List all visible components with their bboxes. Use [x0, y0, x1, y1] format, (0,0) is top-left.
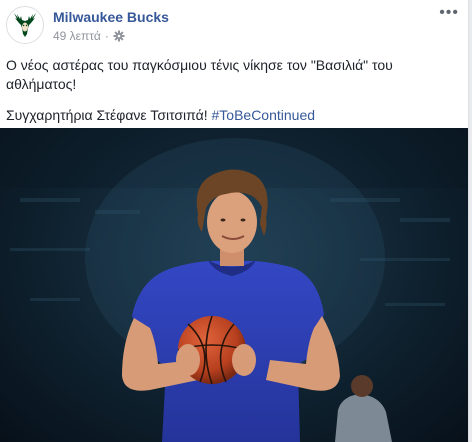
post-photo[interactable]	[0, 128, 468, 442]
page-avatar[interactable]	[6, 6, 44, 44]
meta-separator: ·	[104, 29, 109, 43]
page-name-link[interactable]: Milwaukee Bucks	[53, 9, 169, 25]
globe-gear-icon[interactable]	[113, 30, 125, 42]
background-player	[335, 394, 392, 442]
post-meta: 49 λεπτά ·	[53, 29, 125, 43]
post-message: Ο νέος αστέρας του παγκόσμιου τένις νίκη…	[6, 56, 461, 137]
bucks-logo-icon	[14, 13, 36, 37]
post-text-line-1: Ο νέος αστέρας του παγκόσμιου τένις νίκη…	[6, 57, 393, 92]
photo-illustration	[0, 128, 468, 442]
post-card: Milwaukee Bucks 49 λεπτά · ••• Ο νέος ασ…	[0, 0, 469, 442]
more-options-icon[interactable]: •••	[439, 5, 459, 21]
post-timestamp[interactable]: 49 λεπτά	[53, 29, 101, 43]
post-text-line-2: Συγχαρητήρια Στέφανε Τσιτσιπά! #ToBeCont…	[6, 106, 461, 125]
post-header: Milwaukee Bucks 49 λεπτά · •••	[0, 0, 468, 50]
hashtag-link[interactable]: #ToBeContinued	[212, 107, 316, 123]
post-text-congrats: Συγχαρητήρια Στέφανε Τσιτσιπά!	[6, 107, 212, 123]
